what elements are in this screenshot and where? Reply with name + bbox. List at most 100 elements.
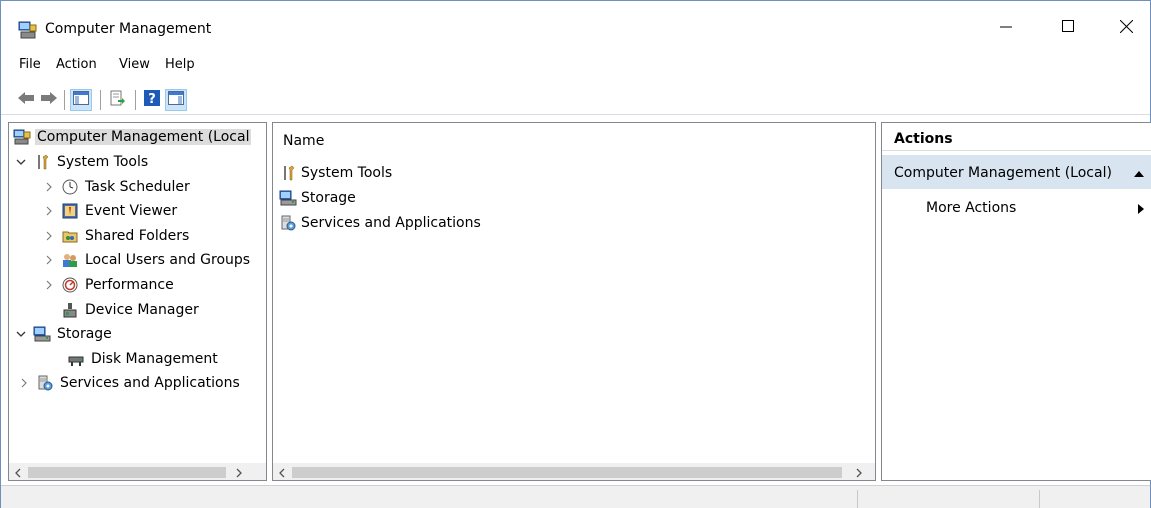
- actions-header: Actions: [882, 123, 1151, 151]
- action-label: More Actions: [926, 200, 1017, 216]
- device-manager-icon: [61, 301, 79, 319]
- status-bar: [1, 485, 1150, 508]
- scroll-thumb[interactable]: [292, 467, 842, 478]
- close-button[interactable]: [1103, 11, 1149, 45]
- scroll-right-arrow[interactable]: [230, 464, 247, 480]
- tree-item-label: Event Viewer: [85, 203, 178, 219]
- forward-button[interactable]: [38, 89, 60, 111]
- list-item-services-and-applications[interactable]: Services and Applications: [279, 211, 481, 235]
- list-item-label: Services and Applications: [301, 215, 481, 231]
- forward-arrow-icon: [40, 91, 58, 109]
- computer-management-window: Computer Management File Action View Hel…: [0, 0, 1151, 508]
- minimize-button[interactable]: [983, 11, 1029, 45]
- maximize-icon: [1062, 20, 1074, 36]
- svg-text:?: ?: [148, 92, 156, 106]
- help-icon: ?: [144, 90, 160, 110]
- tree-item-storage[interactable]: Storage: [15, 322, 114, 346]
- clock-icon: [61, 178, 79, 196]
- result-list-pane: Name System Tools Storage Services and A…: [272, 122, 876, 481]
- services-icon: [36, 374, 54, 392]
- tree-item-local-users-and-groups[interactable]: Local Users and Groups: [43, 248, 252, 272]
- show-hide-console-tree-button[interactable]: [70, 89, 92, 111]
- tree-item-disk-management[interactable]: Disk Management: [67, 347, 220, 371]
- list-horizontal-scrollbar[interactable]: [273, 463, 875, 480]
- computer-management-icon: [13, 128, 31, 146]
- tree-item-label: Disk Management: [91, 351, 218, 367]
- export-list-button[interactable]: [107, 89, 129, 111]
- storage-icon: [33, 325, 51, 343]
- computer-management-icon: [18, 21, 38, 39]
- scroll-thumb[interactable]: [28, 467, 226, 478]
- console-tree-pane: Computer Management (Local System Tools …: [8, 122, 267, 481]
- event-viewer-icon: [61, 202, 79, 220]
- help-button[interactable]: ?: [141, 89, 163, 111]
- menu-bar: File Action View Help: [1, 53, 1150, 77]
- scroll-right-arrow[interactable]: [850, 464, 867, 480]
- column-header-label: Name: [283, 133, 325, 149]
- tree-item-shared-folders[interactable]: Shared Folders: [43, 224, 191, 248]
- chevron-down-icon[interactable]: [15, 156, 27, 168]
- chevron-right-icon[interactable]: [18, 377, 30, 389]
- show-hide-action-pane-icon: [168, 91, 184, 109]
- chevron-right-icon[interactable]: [43, 181, 55, 193]
- show-hide-action-pane-button[interactable]: [165, 89, 187, 111]
- actions-pane: Actions Computer Management (Local) More…: [881, 122, 1151, 481]
- disk-icon: [67, 350, 85, 368]
- back-button[interactable]: [15, 89, 37, 111]
- tree-item-label: System Tools: [57, 154, 149, 170]
- scroll-left-arrow[interactable]: [273, 464, 290, 480]
- chevron-right-icon[interactable]: [43, 205, 55, 217]
- tree-item-device-manager[interactable]: Device Manager: [61, 298, 201, 322]
- tree-item-label: Device Manager: [85, 302, 199, 318]
- tree-item-label: Storage: [57, 326, 112, 342]
- minimize-icon: [1000, 20, 1012, 36]
- tree-item-label: Shared Folders: [85, 228, 190, 244]
- export-list-icon: [110, 90, 126, 110]
- tree-item-system-tools[interactable]: System Tools: [15, 150, 150, 174]
- system-tools-icon: [33, 153, 51, 171]
- show-hide-console-tree-icon: [73, 91, 89, 109]
- tree-item-label: Task Scheduler: [85, 179, 190, 195]
- list-item-system-tools[interactable]: System Tools: [279, 161, 392, 185]
- collapse-up-arrow-icon[interactable]: [1134, 167, 1144, 182]
- menu-file[interactable]: File: [19, 57, 41, 72]
- tree-item-label: Services and Applications: [60, 375, 240, 391]
- chevron-right-icon[interactable]: [43, 279, 55, 291]
- menu-help[interactable]: Help: [165, 57, 195, 72]
- window-title: Computer Management: [45, 21, 212, 37]
- maximize-button[interactable]: [1045, 11, 1091, 45]
- tree-item-computer-management[interactable]: Computer Management (Local: [13, 125, 252, 149]
- column-header-name[interactable]: Name: [273, 123, 875, 151]
- tree-item-task-scheduler[interactable]: Task Scheduler: [43, 175, 192, 199]
- tree-item-label: Performance: [85, 277, 174, 293]
- services-icon: [279, 214, 297, 232]
- tree-item-label: Local Users and Groups: [85, 252, 251, 268]
- chevron-down-icon[interactable]: [15, 328, 27, 340]
- menu-view[interactable]: View: [119, 57, 150, 72]
- back-arrow-icon: [17, 91, 35, 109]
- action-more-actions[interactable]: More Actions: [882, 197, 1151, 221]
- users-icon: [61, 251, 79, 269]
- close-icon: [1119, 19, 1133, 37]
- shared-folder-icon: [61, 227, 79, 245]
- actions-title: Actions: [894, 131, 953, 147]
- tree-item-event-viewer[interactable]: Event Viewer: [43, 199, 179, 223]
- toolbar: ?: [1, 83, 1150, 115]
- list-item-storage[interactable]: Storage: [279, 186, 356, 210]
- chevron-right-icon[interactable]: [43, 254, 55, 266]
- list-item-label: Storage: [301, 190, 356, 206]
- tree-horizontal-scrollbar[interactable]: [9, 463, 266, 480]
- storage-icon: [279, 189, 297, 207]
- chevron-right-icon[interactable]: [43, 230, 55, 242]
- actions-group-computer-management[interactable]: Computer Management (Local): [882, 155, 1151, 189]
- title-bar: Computer Management: [1, 1, 1150, 45]
- tree-item-services-and-applications[interactable]: Services and Applications: [18, 371, 242, 395]
- tree-item-performance[interactable]: Performance: [43, 273, 176, 297]
- performance-icon: [61, 276, 79, 294]
- actions-group-title: Computer Management (Local): [894, 165, 1112, 181]
- scroll-left-arrow[interactable]: [9, 464, 26, 480]
- tree-item-label: Computer Management (Local: [35, 129, 252, 145]
- list-item-label: System Tools: [301, 165, 393, 181]
- menu-action[interactable]: Action: [56, 57, 97, 72]
- submenu-right-arrow-icon: [1138, 203, 1144, 218]
